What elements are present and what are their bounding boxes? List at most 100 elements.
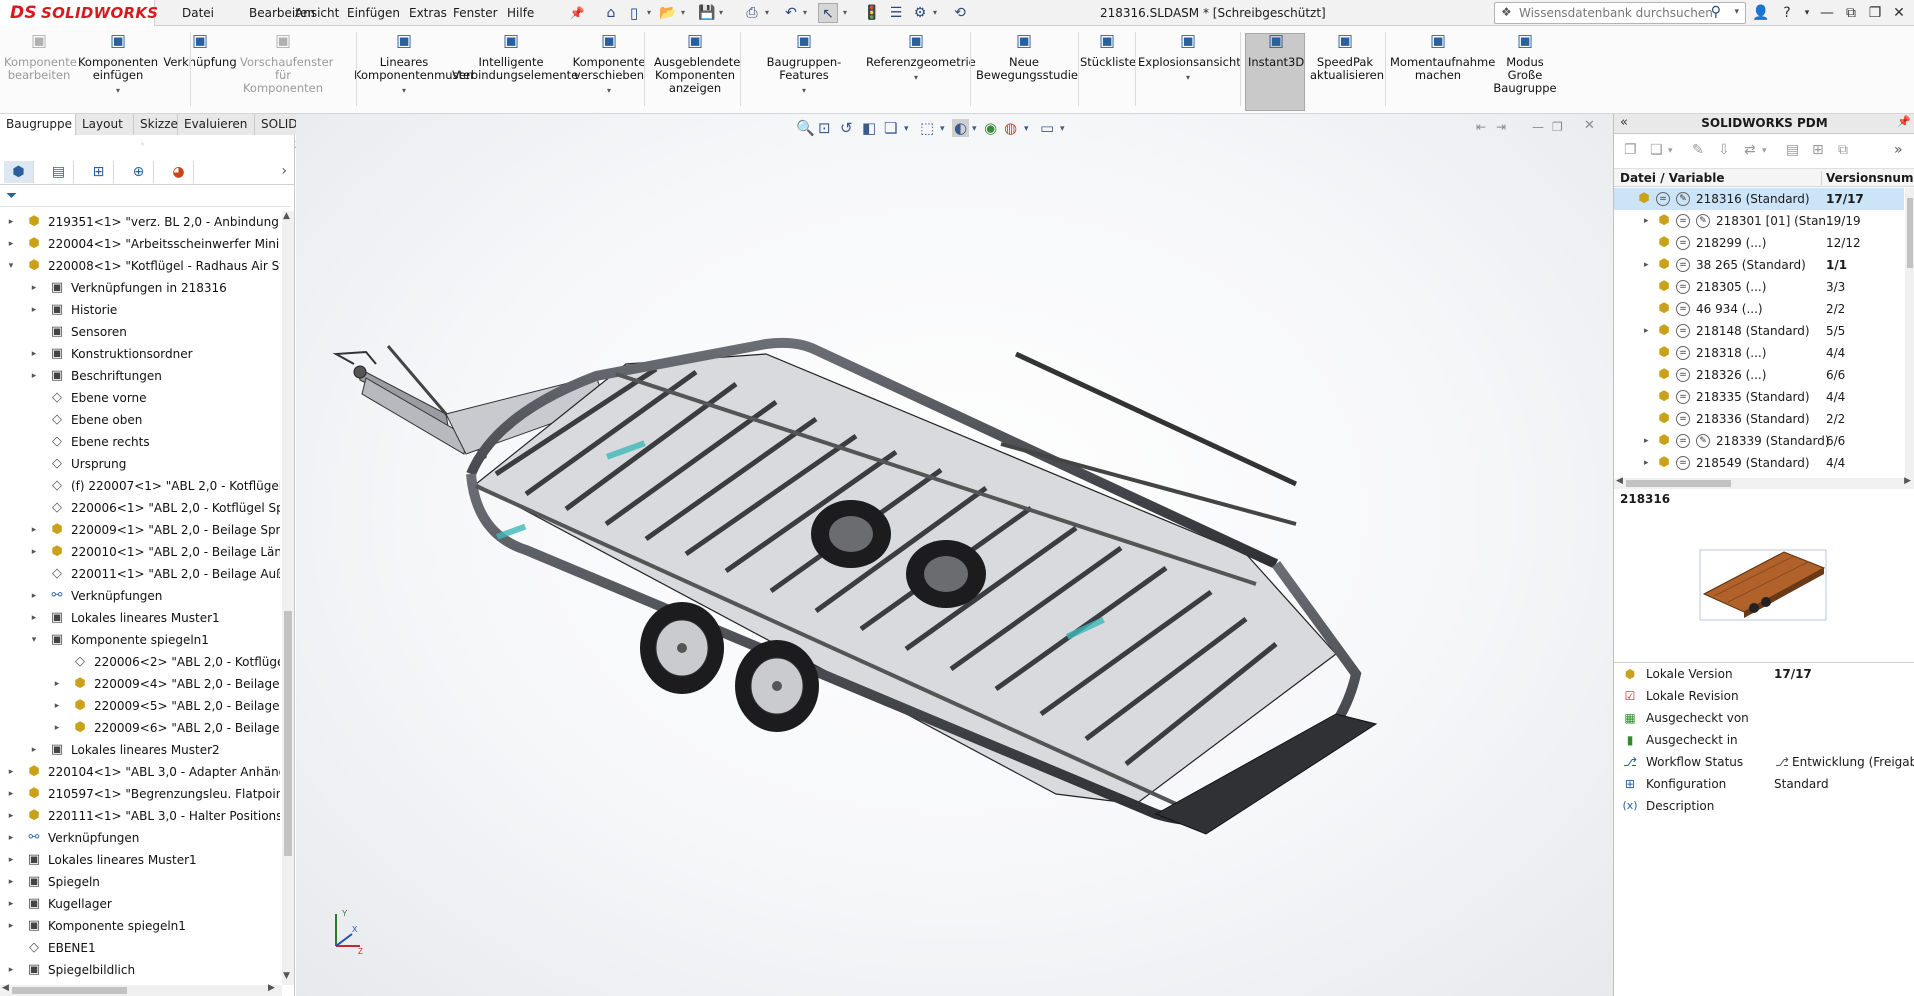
get-latest-icon[interactable]: ⇩	[1718, 142, 1730, 158]
display-manager-tab-icon[interactable]: ◕	[164, 161, 194, 183]
scrollbar-thumb[interactable]	[1907, 198, 1913, 268]
tree-item[interactable]: ◇ 220006<2> "ABL 2,0 - Kotflügel Spr	[0, 651, 280, 673]
tree-item[interactable]: ▸ ⬢ 220104<1> "ABL 3,0 - Adapter Anhängers…	[0, 761, 280, 783]
options-gear-icon[interactable]: ⚙	[910, 3, 930, 23]
ribbon-button-baugruppen-features[interactable]: ▣ Baugruppen-Features ▾	[746, 30, 862, 97]
scrollbar-thumb[interactable]	[284, 611, 292, 856]
tree-item[interactable]: ▸ ⬢ 220009<5> "ABL 2,0 - Beilage Spritz	[0, 695, 280, 717]
pdm-row[interactable]: ⬢ = 218318 (...) 4/4	[1614, 342, 1904, 364]
expand-toggle-icon[interactable]: ▸	[6, 211, 16, 233]
scrollbar-thumb[interactable]	[1626, 480, 1731, 487]
rebuild-icon[interactable]: 🚦	[862, 3, 882, 23]
save-icon[interactable]: 💾	[697, 3, 717, 23]
pdm-row[interactable]: ⬢ = 46 934 (...) 2/2	[1614, 298, 1904, 320]
pdm-row[interactable]: ⬢ = 218335 (Standard) 4/4	[1614, 386, 1904, 408]
tab-layout[interactable]: Layout	[76, 114, 134, 135]
ribbon-button-intelligente-verbindungselemente[interactable]: ▣ Intelligente Verbindungselemente	[452, 30, 578, 82]
filter-icon[interactable]: ⏷	[6, 188, 17, 204]
tree-item[interactable]: ▸ ▣ Beschriftungen	[0, 365, 280, 387]
trailer-chassis-model[interactable]	[296, 114, 1613, 996]
options-dropdown-icon[interactable]: ▾	[930, 3, 940, 23]
expand-toggle-icon[interactable]: ▸	[6, 915, 16, 937]
new-dropdown-icon[interactable]: ▾	[644, 3, 654, 23]
panel-grip-icon[interactable]: ◦	[140, 140, 148, 149]
tree-item[interactable]: ▸ ▣ Lokales lineares Muster2	[0, 739, 280, 761]
ribbon-button-explosionsansicht[interactable]: ▣ Explosionsansicht ▾	[1138, 30, 1241, 84]
expand-toggle-icon[interactable]: ▸	[29, 607, 39, 629]
expand-toggle-icon[interactable]: ▸	[1644, 254, 1649, 276]
expand-toggle-icon[interactable]: ▸	[52, 673, 62, 695]
tree-item[interactable]: ◇ (f) 220007<1> "ABL 2,0 - Kotflügel Gehä	[0, 475, 280, 497]
tree-item[interactable]: ▸ ▣ Kugellager	[0, 893, 280, 915]
expand-toggle-icon[interactable]: ▸	[6, 871, 16, 893]
tree-item[interactable]: ▸ ▣ Spiegelbildlich	[0, 959, 280, 981]
chevron-right-icon[interactable]: ›	[281, 163, 287, 179]
expand-toggle-icon[interactable]: ▸	[6, 783, 16, 805]
expand-toggle-icon[interactable]: ▸	[29, 299, 39, 321]
pdm-row[interactable]: ⬢ = 218336 (Standard) 2/2	[1614, 408, 1904, 430]
scroll-up-icon[interactable]: ▲	[283, 211, 290, 221]
close-icon[interactable]: ✕	[1888, 2, 1910, 24]
pdm-row[interactable]: ▸ ⬢ = 38 265 (Standard) 1/1	[1614, 254, 1904, 276]
tree-vertical-scrollbar[interactable]: ▲ ▼	[282, 211, 294, 985]
more-icon[interactable]: »	[1894, 142, 1903, 158]
ribbon-button-stückliste[interactable]: ▣ Stückliste	[1080, 30, 1136, 69]
graphics-area[interactable]: 🔍 ⊡ ↺ ◧ ❏ ▾ ⬚ ▾ ◐ ▾ ◉ ◍ ▾ ▭ ▾ ⇤ ⇥ — ❐ ✕	[296, 114, 1904, 996]
ribbon-button-verknüpfung[interactable]: ▣ Verknüpfung	[160, 30, 240, 69]
tree-item[interactable]: ▸ ⬢ 220004<1> "Arbeitsscheinwerfer Mini Ro…	[0, 233, 280, 255]
tree-item[interactable]: ◇ 220006<1> "ABL 2,0 - Kotflügel Spritzw	[0, 497, 280, 519]
dropdown-icon[interactable]: ▾	[76, 84, 160, 97]
ribbon-button-momentaufnahme-machen[interactable]: ▣ Momentaufnahme machen	[1390, 30, 1495, 82]
save-dropdown-icon[interactable]: ▾	[716, 3, 726, 23]
expand-toggle-icon[interactable]: ▸	[6, 805, 16, 827]
tree-item[interactable]: ▸ ▣ Komponente spiegeln1	[0, 915, 280, 937]
pdm-row[interactable]: ⬢ = 218299 (...) 12/12	[1614, 232, 1904, 254]
change-state-icon[interactable]: ⇄	[1744, 142, 1756, 158]
tree-item[interactable]: ▸ ⚯ Verknüpfungen	[0, 827, 280, 849]
expand-toggle-icon[interactable]: ▸	[1644, 210, 1649, 232]
where-used-icon[interactable]: ⧉	[1838, 142, 1848, 158]
tree-item[interactable]: ▸ ▣ Verknüpfungen in 218316	[0, 277, 280, 299]
select-dropdown-icon[interactable]: ▾	[840, 3, 850, 23]
expand-toggle-icon[interactable]: ▸	[6, 849, 16, 871]
scroll-right-icon[interactable]: ▶	[268, 983, 275, 993]
ribbon-button-speedpak-aktualisieren[interactable]: ▣ SpeedPak aktualisieren	[1310, 30, 1384, 82]
interactive-view-icon[interactable]: ⟲	[950, 3, 970, 23]
restore-icon[interactable]: ❐	[1864, 2, 1886, 24]
scroll-left-icon[interactable]: ◀	[1616, 476, 1623, 486]
properties-icon[interactable]: ⊞	[1812, 142, 1824, 158]
tree-item[interactable]: ◇ 220011<1> "ABL 2,0 - Beilage Außenha	[0, 563, 280, 585]
tree-horizontal-scrollbar[interactable]: ◀ ▶	[0, 983, 282, 996]
search-icon[interactable]: ⚲	[1711, 4, 1721, 20]
tree-item[interactable]: ▸ ⬢ 220010<1> "ABL 2,0 - Beilage Längsseit	[0, 541, 280, 563]
history-icon[interactable]: ▤	[1786, 142, 1799, 158]
open-icon[interactable]: 📂	[658, 3, 678, 23]
ribbon-button-lineares-komponentenmuster[interactable]: ▣ Lineares Komponentenmuster ▾	[354, 30, 475, 97]
expand-toggle-icon[interactable]: ▸	[6, 893, 16, 915]
tree-item[interactable]: ▸ ▣ Spiegeln	[0, 871, 280, 893]
tree-item[interactable]: ▸ ⬢ 220009<1> "ABL 2,0 - Beilage Spritzwar	[0, 519, 280, 541]
tree-item[interactable]: ▸ ▣ Lokales lineares Muster1	[0, 607, 280, 629]
tree-item[interactable]: ▸ ⚯ Verknüpfungen	[0, 585, 280, 607]
search-dropdown-icon[interactable]: ▾	[1734, 7, 1739, 17]
print-icon[interactable]: ⎙	[742, 3, 762, 23]
expand-toggle-icon[interactable]: ▸	[1644, 320, 1649, 342]
pdm-row[interactable]: ▸ ⬢ = 218549 (Standard) 4/4	[1614, 452, 1904, 474]
expand-toggle-icon[interactable]: ▸	[6, 761, 16, 783]
dropdown-icon[interactable]: ▾	[1668, 146, 1673, 156]
dropdown-icon[interactable]: ▾	[1762, 146, 1767, 156]
expand-toggle-icon[interactable]: ▾	[29, 629, 39, 651]
tree-item[interactable]: ◇ Ebene rechts	[0, 431, 280, 453]
dropdown-icon[interactable]: ▾	[746, 84, 862, 97]
menu-fenster[interactable]: Fenster	[449, 4, 502, 22]
ribbon-button-instant3d[interactable]: ▣ Instant3D	[1248, 30, 1304, 69]
dropdown-icon[interactable]: ▾	[866, 71, 966, 84]
tree-item[interactable]: ◇ Ebene oben	[0, 409, 280, 431]
new-document-icon[interactable]: ▯	[624, 3, 644, 23]
expand-toggle-icon[interactable]: ▸	[52, 717, 62, 739]
pdm-vertical-scrollbar[interactable]	[1905, 188, 1914, 478]
feature-tree-tab-icon[interactable]: ⬢	[4, 161, 34, 183]
tree-item[interactable]: ◇ EBENE1	[0, 937, 280, 959]
pdm-horizontal-scrollbar[interactable]: ◀ ▶	[1614, 476, 1914, 489]
pdm-row[interactable]: ⬢ = 218326 (...) 6/6	[1614, 364, 1904, 386]
